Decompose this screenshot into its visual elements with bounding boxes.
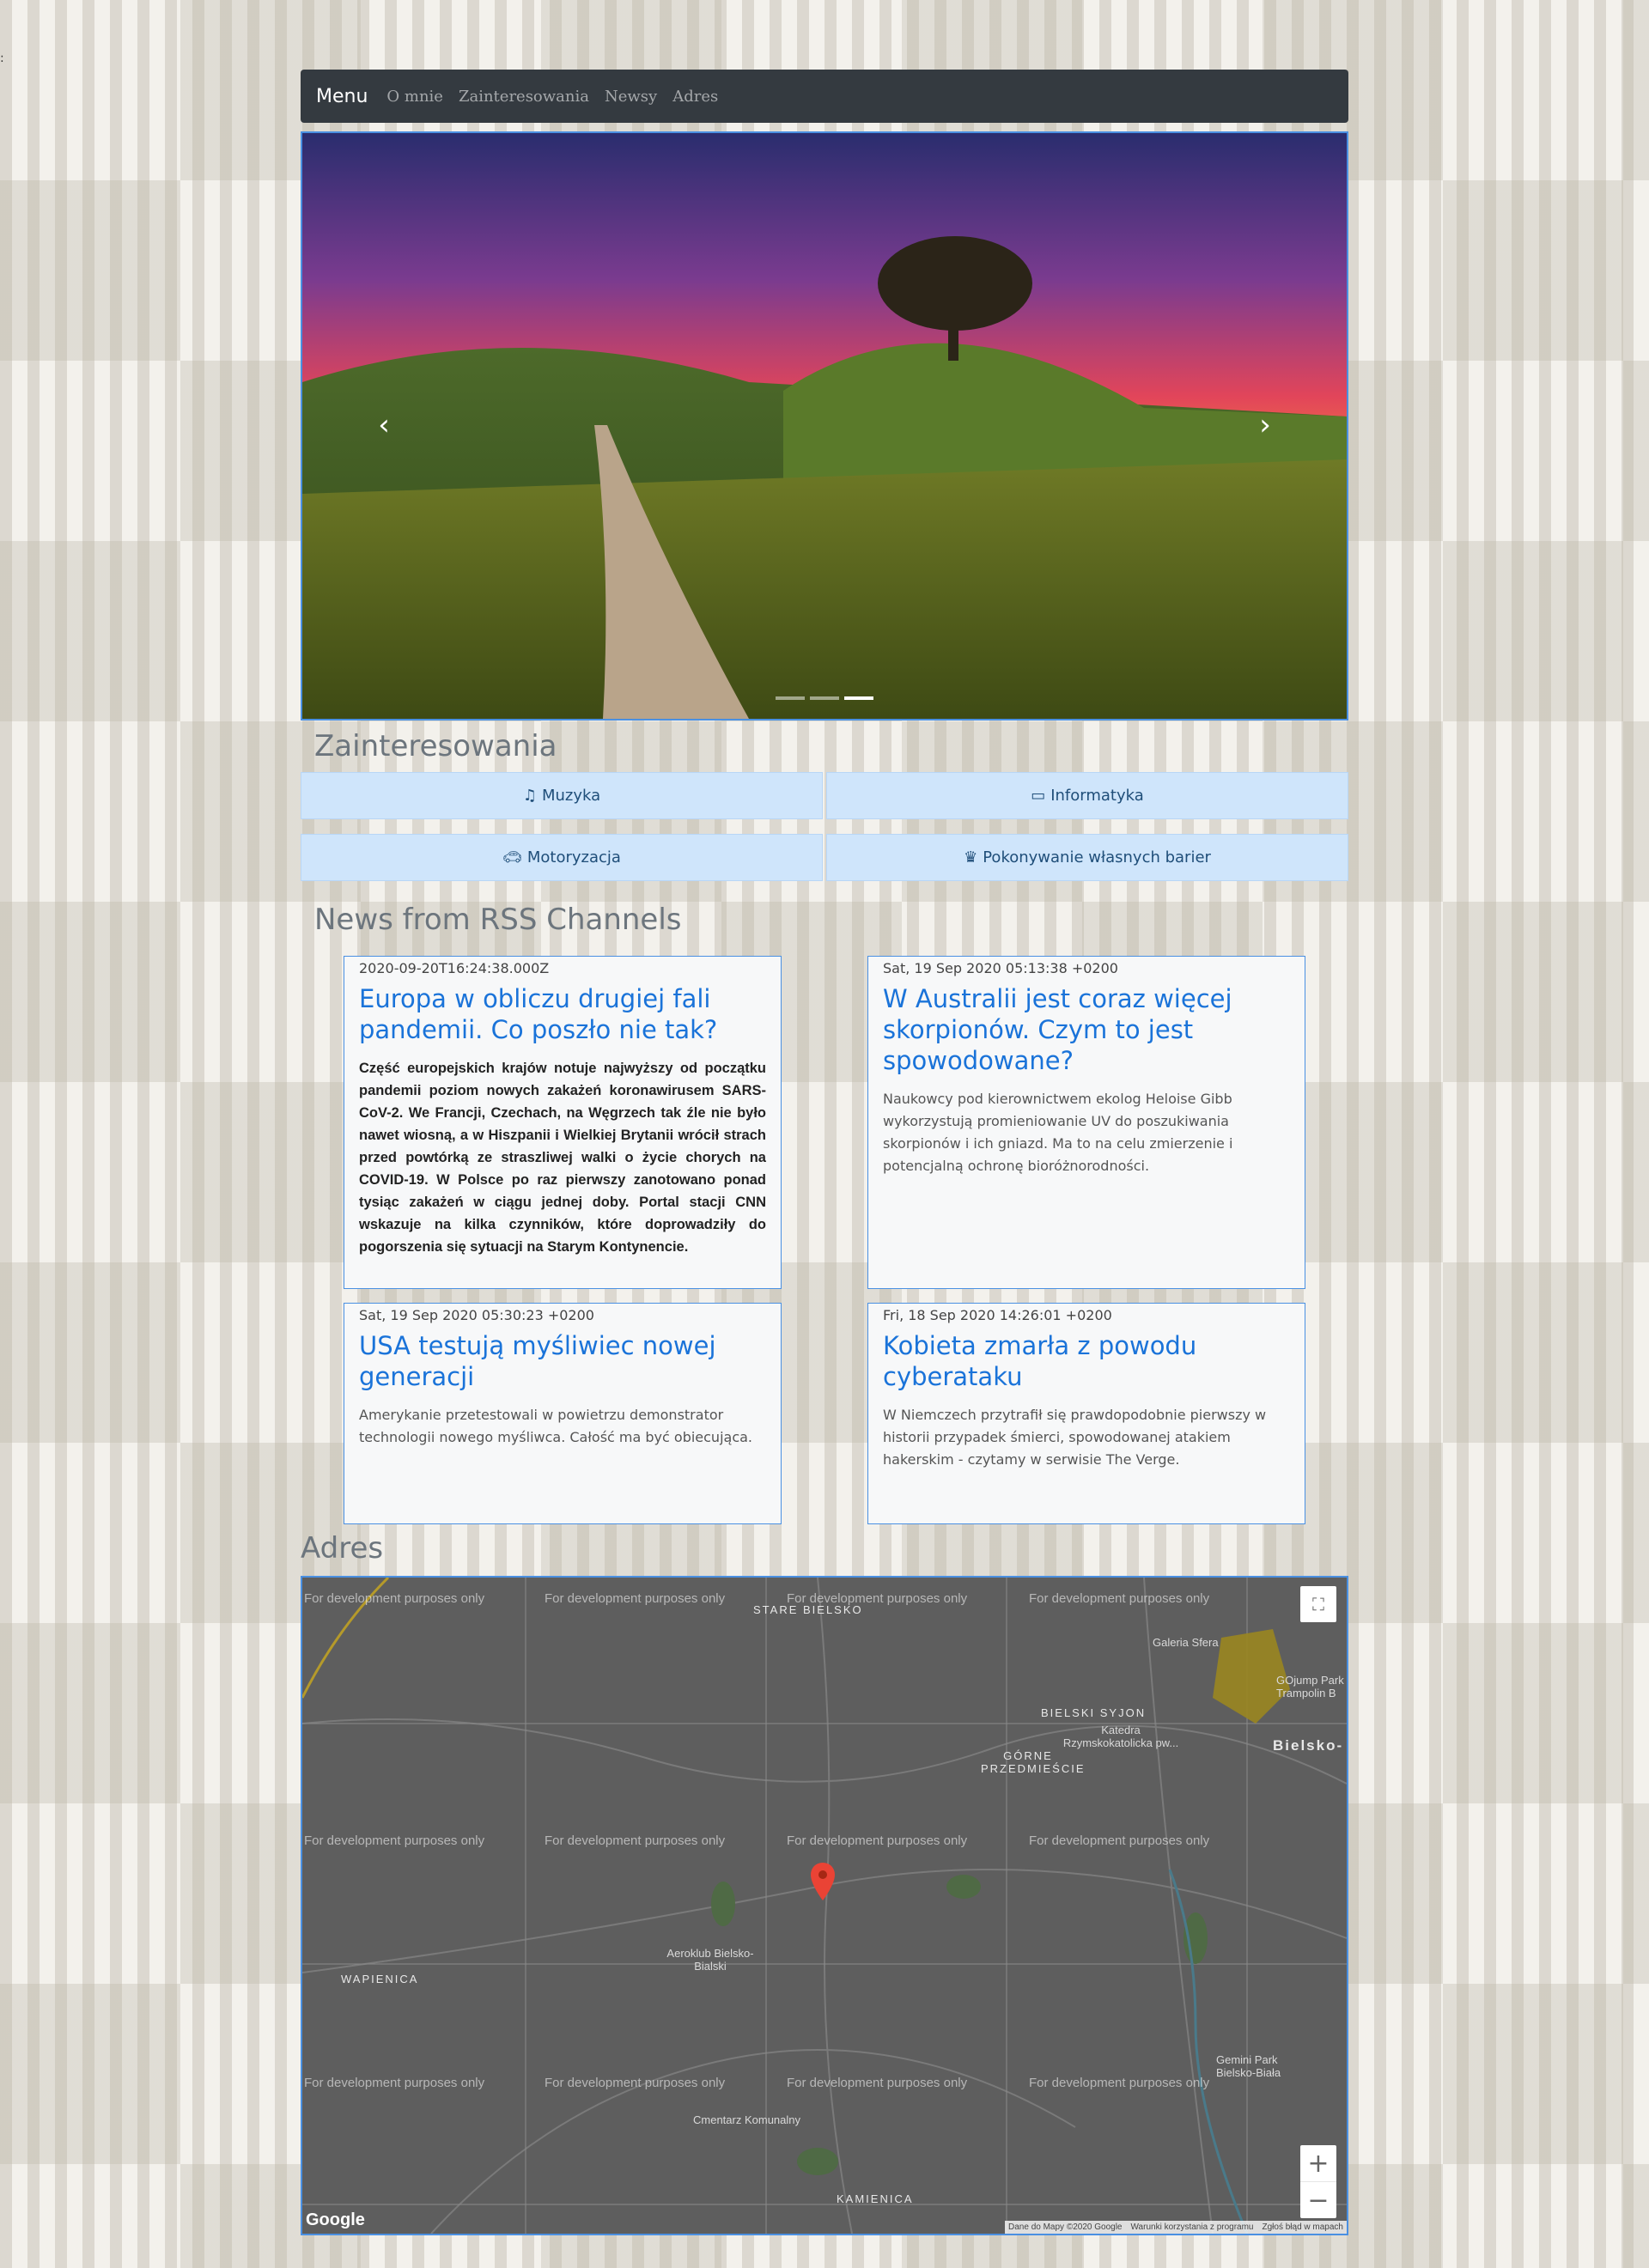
map-watermark: For development purposes only <box>304 1833 485 1848</box>
map-watermark: For development purposes only <box>545 1591 726 1606</box>
map-watermark: For development purposes only <box>545 1833 726 1848</box>
interest-label: Muzyka <box>541 787 601 805</box>
interest-label: Pokonywanie własnych barier <box>983 848 1211 866</box>
carousel-indicator[interactable] <box>776 696 805 700</box>
chevron-left-icon[interactable]: ‹ <box>367 408 401 442</box>
navbar-brand[interactable]: Menu <box>316 86 368 107</box>
map-poi-label: Galeria Sfera <box>1153 1636 1219 1649</box>
news-date: Fri, 18 Sep 2020 14:26:01 +0200 <box>883 1307 1112 1323</box>
fullscreen-icon[interactable]: ⛶ <box>1300 1586 1336 1622</box>
image-carousel: ‹ › <box>301 131 1348 721</box>
news-description: Amerykanie przetestowali w powietrzu dem… <box>359 1407 753 1445</box>
interest-informatyka[interactable]: ▭ Informatyka <box>826 772 1348 819</box>
interest-label: Informatyka <box>1050 787 1144 805</box>
trophy-icon: ♛ <box>964 848 978 866</box>
map-watermark: For development purposes only <box>304 1591 485 1606</box>
interests-heading: Zainteresowania <box>314 729 557 763</box>
desktop-icon: ▭ <box>1031 787 1046 805</box>
google-map[interactable]: For development purposes only For develo… <box>301 1576 1348 2235</box>
map-report-error-link[interactable]: Zgłoś błąd w mapach <box>1263 2222 1344 2232</box>
map-watermark: For development purposes only <box>1029 1591 1210 1606</box>
news-card: 2020-09-20T16:24:38.000Z Europa w oblicz… <box>344 956 782 1289</box>
map-district-label: GÓRNE PRZEDMIEŚCIE <box>981 1749 1086 1775</box>
music-icon: ♫ <box>522 787 537 805</box>
map-watermark: For development purposes only <box>1029 2076 1210 2090</box>
map-district-label: KAMIENICA <box>837 2192 914 2205</box>
interest-label: Motoryzacja <box>526 848 621 866</box>
stray-text: : <box>0 52 4 65</box>
news-description: Naukowcy pod kierownictwem ekolog Helois… <box>883 1091 1233 1174</box>
nav-link-o-mnie[interactable]: O mnie <box>386 88 443 106</box>
news-title-link[interactable]: Kobieta zmarła z powodu cyberataku <box>883 1330 1290 1392</box>
news-date: Sat, 19 Sep 2020 05:13:38 +0200 <box>883 960 1118 976</box>
zoom-out-button[interactable]: − <box>1300 2182 1336 2218</box>
map-poi-label: Aeroklub Bielsko-Bialski <box>666 1947 754 1973</box>
zoom-in-button[interactable]: + <box>1300 2145 1336 2182</box>
map-district-label: WAPIENICA <box>341 1973 419 1985</box>
page-container: Menu O mnie Zainteresowania Newsy Adres <box>301 70 1348 2235</box>
news-title-link[interactable]: W Australii jest coraz więcej skorpionów… <box>883 983 1290 1076</box>
address-heading: Adres <box>301 1531 384 1566</box>
news-description: W Niemczech przytrafił się prawdopodobni… <box>883 1407 1267 1468</box>
map-city-label: Bielsko- <box>1273 1737 1344 1754</box>
google-logo: Google <box>306 2210 365 2229</box>
news-date: 2020-09-20T16:24:38.000Z <box>359 960 550 976</box>
map-attribution: Dane do Mapy ©2020 Google Warunki korzys… <box>1005 2221 1347 2234</box>
map-watermark: For development purposes only <box>545 2076 726 2090</box>
news-card: Sat, 19 Sep 2020 05:13:38 +0200 W Austra… <box>867 956 1305 1289</box>
map-marker-icon[interactable] <box>811 1863 835 1900</box>
carousel-indicators <box>302 696 1347 700</box>
navbar: Menu O mnie Zainteresowania Newsy Adres <box>301 70 1348 123</box>
map-watermark: For development purposes only <box>787 2076 968 2090</box>
map-data-attribution: Dane do Mapy ©2020 Google <box>1008 2222 1123 2232</box>
news-title-link[interactable]: USA testują myśliwiec nowej generacji <box>359 1330 766 1392</box>
nav-link-newsy[interactable]: Newsy <box>605 88 657 106</box>
interest-muzyka[interactable]: ♫ Muzyka <box>301 772 823 819</box>
news-description: Część europejskich krajów notuje najwyżs… <box>359 1061 766 1255</box>
map-watermark: For development purposes only <box>787 1833 968 1848</box>
nav-link-adres[interactable]: Adres <box>672 88 718 106</box>
news-card: Fri, 18 Sep 2020 14:26:01 +0200 Kobieta … <box>867 1303 1305 1524</box>
news-title-link[interactable]: Europa w obliczu drugiej fali pandemii. … <box>359 983 766 1045</box>
news-card: Sat, 19 Sep 2020 05:30:23 +0200 USA test… <box>344 1303 782 1524</box>
news-heading: News from RSS Channels <box>314 903 682 937</box>
carousel-indicator[interactable] <box>810 696 839 700</box>
car-icon: 🚗︎ <box>502 848 522 866</box>
carousel-slide-image <box>302 133 1347 719</box>
map-poi-label: Gemini Park Bielsko-Biała <box>1216 2053 1281 2079</box>
interest-motoryzacja[interactable]: 🚗︎ Motoryzacja <box>301 834 823 881</box>
chevron-right-icon[interactable]: › <box>1248 408 1282 442</box>
map-watermark: For development purposes only <box>304 2076 485 2090</box>
carousel-indicator-active[interactable] <box>844 696 873 700</box>
interest-pokonywanie-barier[interactable]: ♛ Pokonywanie własnych barier <box>826 834 1348 881</box>
map-watermark: For development purposes only <box>1029 1833 1210 1848</box>
map-poi-label: Cmentarz Komunalny <box>693 2113 800 2126</box>
news-date: Sat, 19 Sep 2020 05:30:23 +0200 <box>359 1307 594 1323</box>
map-roads <box>302 1578 1347 2234</box>
map-district-label: BIELSKI SYJON <box>1041 1706 1147 1719</box>
map-district-label: STARE BIELSKO <box>753 1603 863 1616</box>
map-terms-link[interactable]: Warunki korzystania z programu <box>1130 2222 1253 2232</box>
nav-link-zainteresowania[interactable]: Zainteresowania <box>459 88 589 106</box>
map-poi-label: Katedra Rzymskokatolicka pw... <box>1062 1724 1179 1749</box>
map-poi-label: GOjump Park Trampolin B <box>1276 1674 1344 1699</box>
